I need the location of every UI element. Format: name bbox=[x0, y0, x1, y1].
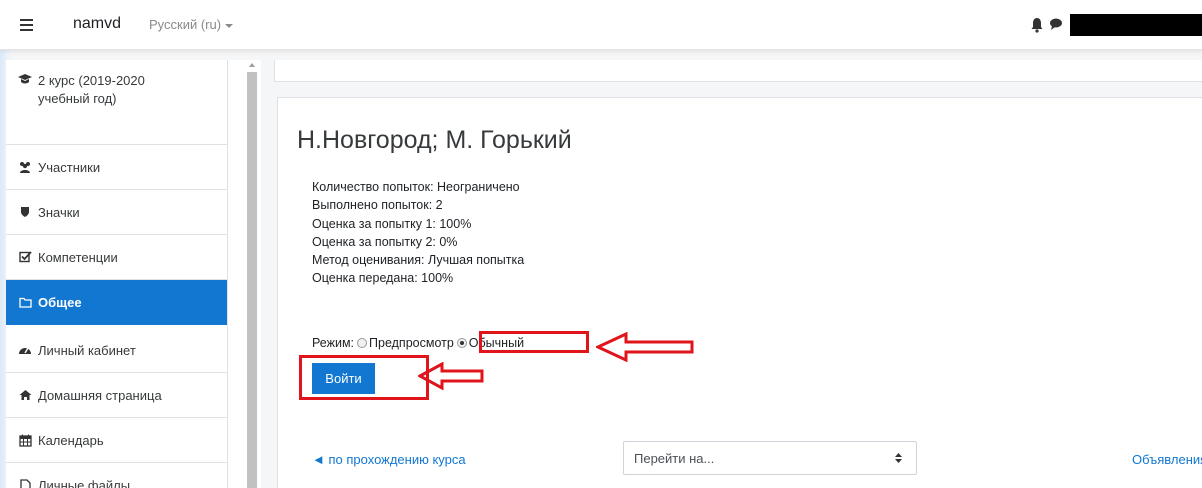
sidebar-item-label: 2 курс (2019-2020 учебный год) bbox=[38, 73, 145, 106]
attempts-done: Выполнено попыток: 2 bbox=[312, 198, 443, 213]
drawer-scrollbar[interactable] bbox=[228, 60, 261, 488]
annotation-box-normal-mode bbox=[479, 331, 589, 353]
scrollbar-thumb[interactable] bbox=[247, 72, 257, 488]
language-label: Русский (ru) bbox=[149, 17, 222, 32]
attempt-1-grade: Оценка за попытку 1: 100% bbox=[312, 216, 472, 231]
grading-method: Метод оценивания: Лучшая попытка bbox=[312, 253, 525, 268]
sidebar-item-label: Компетенции bbox=[38, 249, 118, 265]
next-activity-link[interactable]: Объявления bbox=[1132, 452, 1202, 467]
annotation-arrow-icon bbox=[596, 332, 694, 362]
jump-to-value: Перейти на... bbox=[634, 451, 715, 466]
radio-preview[interactable] bbox=[357, 338, 368, 348]
bell-icon[interactable] bbox=[1030, 17, 1044, 33]
sidebar-item-label: Значки bbox=[38, 204, 80, 220]
mode-label: Режим: bbox=[312, 336, 355, 350]
sidebar-item-label: Личный кабинет bbox=[38, 342, 136, 358]
radio-normal[interactable] bbox=[456, 338, 467, 348]
updown-caret-icon bbox=[895, 453, 902, 463]
dashboard-icon bbox=[18, 343, 32, 357]
sidebar-item-label: Общее bbox=[38, 294, 82, 310]
sidebar-item-badges[interactable]: Значки bbox=[6, 190, 227, 235]
menu-icon[interactable] bbox=[16, 14, 38, 36]
sidebar-item-label: Календарь bbox=[38, 432, 104, 448]
nav-drawer: 2 курс (2019-2020 учебный год) Участники… bbox=[6, 60, 228, 488]
attempt-info: Количество попыток: Неограничено Выполне… bbox=[312, 178, 524, 288]
activity-card bbox=[277, 97, 1202, 488]
caret-down-icon bbox=[225, 23, 234, 28]
sidebar-item-label: Участники bbox=[38, 159, 101, 175]
sidebar-item-competencies[interactable]: Компетенции bbox=[6, 235, 227, 280]
attempts-allowed: Количество попыток: Неограничено bbox=[312, 180, 520, 194]
language-selector[interactable]: Русский (ru) bbox=[149, 17, 234, 32]
user-menu-redacted[interactable] bbox=[1070, 14, 1202, 36]
checkbox-icon bbox=[18, 250, 32, 264]
chat-icon[interactable] bbox=[1049, 17, 1063, 31]
top-navbar: namvd Русский (ru) bbox=[0, 0, 1202, 50]
scroll-up-icon[interactable] bbox=[249, 63, 255, 67]
sidebar-item-home[interactable]: Домашняя страница bbox=[6, 373, 227, 418]
enter-button[interactable]: Войти bbox=[312, 363, 375, 394]
attempt-2-grade: Оценка за попытку 2: 0% bbox=[312, 234, 458, 249]
sidebar-item-files[interactable]: Личные файлы bbox=[6, 463, 227, 488]
site-brand[interactable]: namvd bbox=[73, 15, 121, 33]
file-icon bbox=[18, 478, 32, 488]
page-title: Н.Новгород; М. Горький bbox=[297, 126, 572, 154]
jump-to-select[interactable]: Перейти на... bbox=[623, 441, 917, 475]
shield-icon bbox=[18, 205, 32, 219]
graduation-cap-icon bbox=[18, 72, 32, 86]
grade-reported: Оценка передана: 100% bbox=[312, 271, 454, 286]
previous-block-edge bbox=[274, 60, 1202, 82]
calendar-icon bbox=[18, 433, 32, 447]
sidebar-item-general[interactable]: Общее bbox=[6, 280, 227, 325]
users-icon bbox=[18, 160, 32, 174]
sidebar-item-label: Личные файлы bbox=[38, 477, 131, 488]
sidebar-item-calendar[interactable]: Календарь bbox=[6, 418, 227, 463]
sidebar-item-label: Домашняя страница bbox=[38, 387, 162, 403]
folder-icon bbox=[18, 295, 32, 309]
sidebar-item-dashboard[interactable]: Личный кабинет bbox=[6, 328, 227, 373]
prev-activity-link[interactable]: ◄ по прохождению курса bbox=[312, 452, 466, 467]
annotation-arrow-icon bbox=[418, 362, 484, 391]
radio-preview-label[interactable]: Предпросмотр bbox=[369, 336, 454, 350]
sidebar-item-participants[interactable]: Участники bbox=[6, 145, 227, 190]
sidebar-item-course[interactable]: 2 курс (2019-2020 учебный год) bbox=[6, 60, 227, 145]
home-icon bbox=[18, 388, 32, 402]
